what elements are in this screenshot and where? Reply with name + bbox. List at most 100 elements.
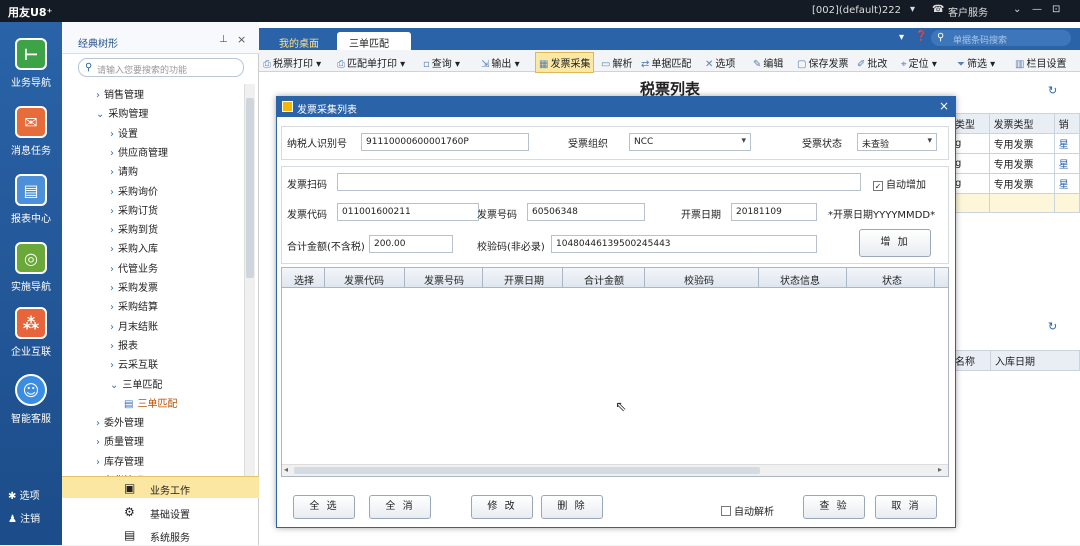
help-icon[interactable]: ❓ bbox=[915, 31, 927, 42]
tree-item[interactable]: › 代管业务 bbox=[110, 260, 158, 275]
tree-item[interactable]: › 报表 bbox=[110, 337, 138, 352]
options-button[interactable]: ✱ 选项 bbox=[8, 487, 40, 502]
tree-item[interactable]: › 采购入库 bbox=[110, 240, 158, 255]
export-button[interactable]: ⇲ 输出 ▾ bbox=[481, 55, 520, 70]
filter-button[interactable]: ⏷ 筛选 ▾ bbox=[957, 55, 995, 70]
nav-implementation[interactable]: ◎ 实施导航 bbox=[0, 242, 62, 293]
nav-business[interactable]: ⊢ 业务导航 bbox=[0, 38, 62, 89]
tree-item[interactable]: ▤ 三单匹配 bbox=[124, 395, 177, 410]
add-button[interactable]: 增 加 bbox=[859, 229, 931, 257]
nav-reports[interactable]: ▤ 报表中心 bbox=[0, 174, 62, 225]
tab-three-way-match[interactable]: 三单匹配 × bbox=[337, 32, 411, 61]
dropdown-icon[interactable]: ▾ bbox=[899, 32, 904, 43]
tree-item[interactable]: › 供应商管理 bbox=[110, 144, 168, 159]
locate-button[interactable]: ⌖ 定位 ▾ bbox=[901, 55, 937, 70]
table-row[interactable] bbox=[950, 193, 1080, 213]
tab-business-work[interactable]: ▣ 业务工作 bbox=[62, 476, 259, 498]
modify-button[interactable]: 修 改 bbox=[471, 495, 533, 519]
column-settings-button[interactable]: ▥ 栏目设置 bbox=[1015, 55, 1066, 70]
edit-button[interactable]: ✎ 编辑 bbox=[753, 55, 783, 70]
invoice-date-input[interactable]: 20181109 bbox=[731, 203, 817, 221]
column-header: 选择 bbox=[294, 276, 314, 287]
scroll-thumb[interactable] bbox=[246, 98, 254, 278]
nav-messages[interactable]: ✉ 消息任务 bbox=[0, 106, 62, 157]
tree-item[interactable]: › 云采互联 bbox=[110, 356, 158, 371]
close-icon[interactable]: × bbox=[237, 33, 246, 46]
table-row[interactable]: g 专用发票星 bbox=[950, 133, 1080, 154]
taxpayer-id-input[interactable]: 91110000600001760P bbox=[361, 133, 529, 151]
save-invoice-button[interactable]: ▢ 保存发票 bbox=[797, 55, 848, 70]
pin-icon[interactable]: ⊥ bbox=[219, 34, 228, 45]
tree-item[interactable]: › 设置 bbox=[110, 125, 138, 140]
date-format-hint: *开票日期YYYYMMDD* bbox=[828, 210, 936, 221]
chevron-icon: › bbox=[110, 225, 114, 237]
tree-item[interactable]: › 销售管理 bbox=[96, 86, 144, 101]
verify-button[interactable]: 查 验 bbox=[803, 495, 865, 519]
table-row[interactable]: g 专用发票星 bbox=[950, 173, 1080, 194]
doc-match-button[interactable]: ⇄ 单据匹配 bbox=[641, 55, 691, 70]
column-header: 发票代码 bbox=[344, 276, 384, 287]
tree-item[interactable]: › 采购订货 bbox=[110, 202, 158, 217]
check-code-input[interactable]: 10480446139500245443 bbox=[551, 235, 817, 253]
org-select[interactable]: NCC ▾ bbox=[629, 133, 751, 151]
tree-item[interactable]: › 采购发票 bbox=[110, 279, 158, 294]
menu-icon[interactable]: ⌄ bbox=[1013, 4, 1021, 15]
auto-add-checkbox[interactable]: ✓ 自动增加 bbox=[873, 176, 926, 191]
query-button[interactable]: ▫ 查询 ▾ bbox=[423, 55, 460, 70]
clear-all-button[interactable]: 全 消 bbox=[369, 495, 431, 519]
tree-item[interactable]: ⌄ 采购管理 bbox=[96, 105, 148, 120]
minimize-icon[interactable]: — bbox=[1032, 4, 1042, 15]
nav-enterprise[interactable]: ⁂ 企业互联 bbox=[0, 307, 62, 358]
code-search-input[interactable]: ⚲ 单据条码搜索 bbox=[931, 30, 1071, 46]
invoice-number-input[interactable]: 60506348 bbox=[527, 203, 645, 221]
scan-input[interactable] bbox=[337, 173, 861, 191]
customer-service-button[interactable]: 客户服务 bbox=[948, 4, 988, 19]
grid-horizontal-scrollbar[interactable]: ◂ ▸ bbox=[282, 464, 948, 476]
invoice-collect-button[interactable]: ▦ 发票采集 bbox=[535, 52, 595, 73]
print-match-button[interactable]: ⎙ 匹配单打印 ▾ bbox=[337, 55, 405, 70]
invoice-code-input[interactable]: 011001600211 bbox=[337, 203, 479, 221]
refresh-icon[interactable]: ↻ bbox=[1048, 84, 1057, 97]
invoice-grid: 选择 发票代码 发票号码 开票日期 合计金额 校验码 状态信息 状态 ◂ ▸ bbox=[281, 267, 949, 477]
parse-button[interactable]: ▭ 解析 bbox=[601, 55, 632, 70]
batch-edit-button[interactable]: ✐ 批改 bbox=[857, 55, 887, 70]
nav-smart-service[interactable]: ☺ 智能客服 bbox=[0, 374, 62, 425]
tree-scrollbar[interactable] bbox=[244, 84, 255, 496]
tab-system-service[interactable]: ▤ 系统服务 bbox=[62, 524, 259, 546]
tree-item[interactable]: › 请购 bbox=[110, 163, 138, 178]
refresh-icon[interactable]: ↻ bbox=[1048, 320, 1057, 333]
tree-item[interactable]: › 库存管理 bbox=[96, 453, 144, 468]
tree-item[interactable]: › 采购结算 bbox=[110, 298, 158, 313]
options-button[interactable]: ✕ 选项 bbox=[705, 55, 735, 70]
tree-item[interactable]: ⌄ 三单匹配 bbox=[110, 376, 162, 391]
customer-service-icon[interactable]: ☎ bbox=[932, 4, 944, 15]
tab-my-desktop[interactable]: 我的桌面 bbox=[267, 32, 331, 50]
select-all-button[interactable]: 全 选 bbox=[293, 495, 355, 519]
tree-item[interactable]: › 采购询价 bbox=[110, 183, 158, 198]
function-search-input[interactable]: ⚲ 请输入您要搜索的功能 bbox=[78, 58, 244, 77]
scroll-right-icon[interactable]: ▸ bbox=[938, 465, 942, 474]
tree-item[interactable]: › 质量管理 bbox=[96, 433, 144, 448]
tree-item[interactable]: › 采购到货 bbox=[110, 221, 158, 236]
printer-icon: ⎙ bbox=[263, 59, 271, 70]
column-header: 状态信息 bbox=[780, 276, 820, 287]
chevron-icon: › bbox=[110, 321, 114, 333]
close-icon[interactable]: × bbox=[939, 99, 949, 113]
scroll-left-icon[interactable]: ◂ bbox=[284, 465, 288, 474]
auto-parse-checkbox[interactable]: 自动解析 bbox=[721, 503, 774, 518]
title-bar: 用友U8⁺ [002](default)222 ▾ ☎ 客户服务 ⌄ — ⊡ bbox=[0, 0, 1080, 22]
print-tax-button[interactable]: ⎙ 税票打印 ▾ bbox=[263, 55, 321, 70]
cancel-button[interactable]: 取 消 bbox=[875, 495, 937, 519]
logout-button[interactable]: ♟ 注销 bbox=[8, 510, 40, 525]
tab-basic-settings[interactable]: ⚙ 基础设置 bbox=[62, 501, 259, 523]
dropdown-icon[interactable]: ▾ bbox=[910, 4, 915, 15]
amount-input[interactable]: 200.00 bbox=[369, 235, 453, 253]
tree-item[interactable]: › 月末结账 bbox=[110, 318, 158, 333]
restore-icon[interactable]: ⊡ bbox=[1052, 4, 1060, 15]
parse-icon: ▭ bbox=[601, 59, 611, 70]
delete-button[interactable]: 删 除 bbox=[541, 495, 603, 519]
tree-item[interactable]: › 委外管理 bbox=[96, 414, 144, 429]
scroll-thumb[interactable] bbox=[294, 467, 760, 474]
table-row[interactable]: g 专用发票星 bbox=[950, 153, 1080, 174]
status-select[interactable]: 未查验 ▾ bbox=[857, 133, 937, 151]
